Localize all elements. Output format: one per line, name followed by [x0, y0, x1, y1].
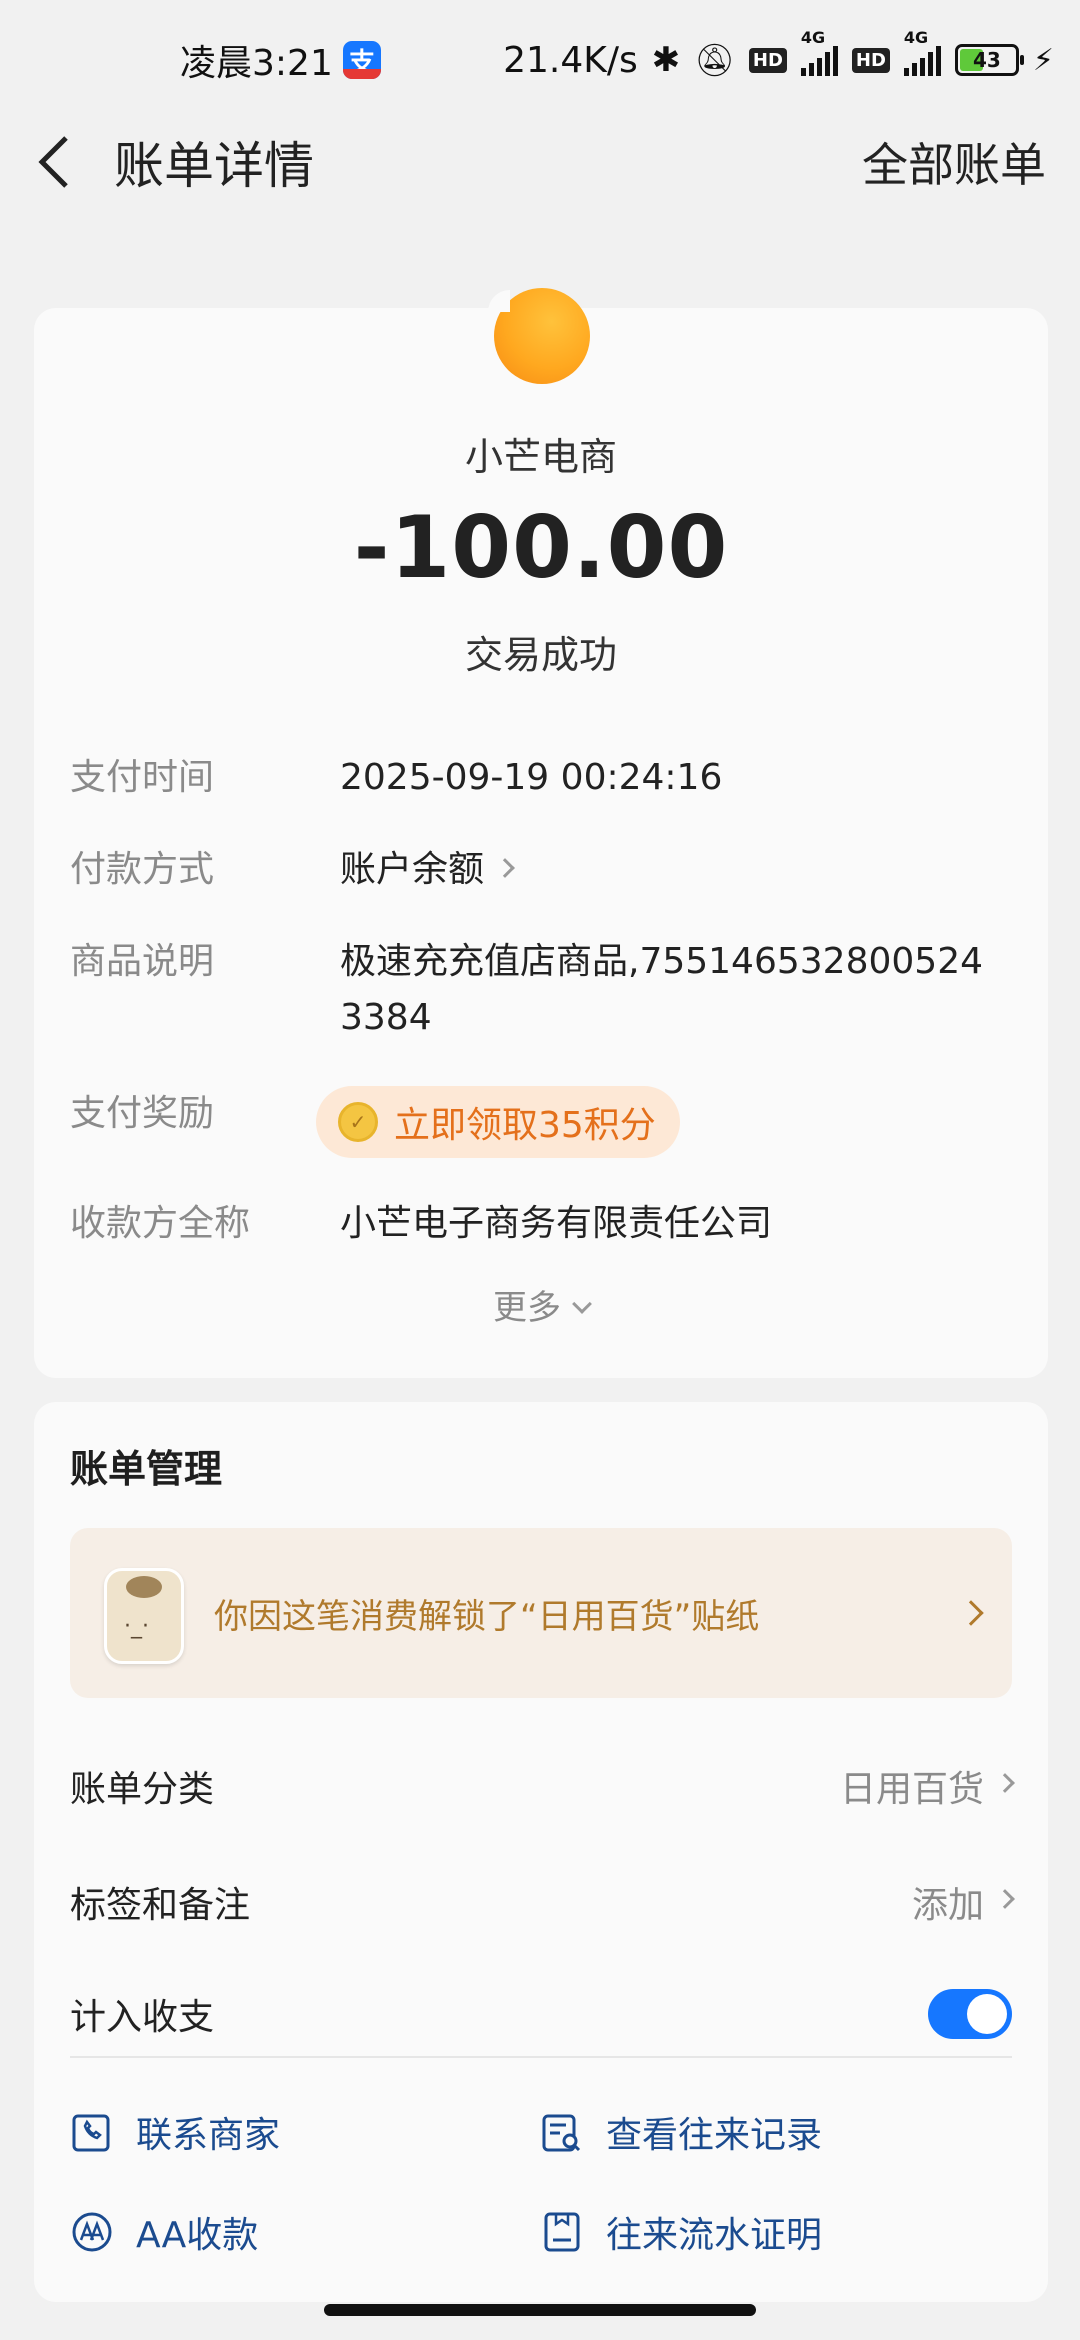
action-label: 联系商家: [136, 2115, 281, 2156]
network-speed: 21.4K/s: [503, 39, 638, 81]
bluetooth-icon: ✱: [651, 40, 681, 80]
chevron-down-icon: [572, 1294, 592, 1314]
detail-value: 极速充充值店商品,7551465328005243384: [340, 941, 984, 1038]
hd-badge-2: HD: [851, 47, 890, 73]
header-bar: 账单详情 全部账单: [0, 120, 1080, 204]
bill-manage-card: 账单管理 ·_· 你因这笔消费解锁了“日用百货”贴纸 账单分类 日用百货 标签和…: [34, 1402, 1048, 2302]
detail-value: 账户余额: [340, 849, 485, 890]
reward-text: 立即领取35积分: [394, 1105, 656, 1146]
action-label: 查看往来记录: [606, 2115, 823, 2156]
detail-row-goods: 商品说明 极速充充值店商品,7551465328005243384: [70, 934, 1012, 1046]
detail-label: 付款方式: [70, 849, 215, 890]
network-type: 4G: [800, 28, 826, 47]
detail-label: 支付时间: [70, 757, 215, 798]
detail-value: 2025-09-19 00:24:16: [340, 757, 723, 798]
detail-row-payee: 收款方全称 小芒电子商务有限责任公司: [70, 1196, 1012, 1252]
detail-row-pay-method[interactable]: 付款方式 账户余额: [70, 842, 1012, 898]
status-left: 凌晨3:21 支: [180, 34, 381, 86]
detail-label: 收款方全称: [70, 1203, 251, 1244]
count-income-label: 计入收支: [70, 1997, 215, 2038]
statement-proof-button[interactable]: 往来流水证明: [540, 2206, 822, 2258]
detail-label: 支付奖励: [70, 1093, 215, 1134]
network-type-2: 4G: [903, 28, 929, 47]
signal-icon: 4G: [800, 28, 838, 76]
tag-note-label: 标签和备注: [70, 1885, 251, 1926]
page-title: 账单详情: [114, 137, 314, 195]
clock: 凌晨3:21: [180, 43, 333, 84]
manage-title: 账单管理: [70, 1447, 223, 1491]
charging-icon: ⚡︎: [1032, 42, 1054, 78]
detail-row-reward: 支付奖励 ✓ 立即领取35积分: [70, 1086, 1012, 1158]
chevron-right-icon: [995, 1889, 1015, 1909]
chevron-right-icon: [995, 1773, 1015, 1793]
chevron-right-icon: [958, 1600, 984, 1626]
back-icon[interactable]: [34, 132, 84, 192]
view-records-button[interactable]: 查看往来记录: [540, 2106, 822, 2158]
signal-icon-2: 4G: [903, 28, 941, 76]
count-income-toggle[interactable]: [928, 1989, 1012, 2039]
merchant-name: 小芒电商: [464, 435, 617, 479]
detail-row-pay-time: 支付时间 2025-09-19 00:24:16: [70, 750, 1012, 806]
battery-icon: 43: [954, 44, 1024, 76]
alipay-notification-icon: 支: [342, 41, 381, 79]
bill-detail-card: 小芒电商 -100.00 交易成功 支付时间 2025-09-19 00:24:…: [34, 288, 1048, 1378]
sticker-icon: ·_·: [94, 1558, 184, 1668]
category-row[interactable]: 账单分类 日用百货: [70, 1756, 1015, 1816]
all-bills-link[interactable]: 全部账单: [862, 129, 1046, 195]
status-bar: 凌晨3:21 支 21.4K/s ✱ 🔕︎ HD 4G HD 4G 43 ⚡︎: [0, 0, 1080, 120]
action-label: AA收款: [136, 2215, 259, 2256]
merchant-logo: [494, 288, 590, 384]
bill-amount: -100.00: [353, 498, 729, 598]
tag-note-value: 添加: [911, 1885, 984, 1926]
divider: [70, 2056, 1012, 2058]
more-button[interactable]: 更多: [34, 1280, 1048, 1329]
tag-note-row[interactable]: 标签和备注 添加: [70, 1872, 1015, 1932]
chevron-right-icon: [495, 858, 515, 878]
count-income-row: 计入收支: [70, 1984, 1012, 2044]
contact-merchant-button[interactable]: 联系商家: [70, 2106, 280, 2158]
detail-value: 小芒电子商务有限责任公司: [340, 1203, 773, 1244]
hd-badge: HD: [748, 47, 787, 73]
detail-label: 商品说明: [70, 941, 215, 982]
action-label: 往来流水证明: [606, 2215, 823, 2256]
aa-icon: [72, 2212, 112, 2252]
phone-icon: [72, 2114, 110, 2152]
aa-collect-button[interactable]: AA收款: [70, 2206, 258, 2258]
sticker-banner[interactable]: ·_· 你因这笔消费解锁了“日用百货”贴纸: [70, 1528, 1012, 1698]
battery-level: 43: [973, 48, 1001, 72]
claim-points-button[interactable]: ✓ 立即领取35积分: [316, 1086, 680, 1158]
category-label: 账单分类: [70, 1769, 215, 1810]
certificate-icon: [544, 2212, 580, 2252]
status-right: 21.4K/s ✱ 🔕︎ HD 4G HD 4G 43 ⚡︎: [503, 28, 1054, 81]
records-icon: [542, 2114, 581, 2152]
sticker-banner-text: 你因这笔消费解锁了“日用百货”贴纸: [214, 1596, 760, 1637]
coin-icon: ✓: [338, 1102, 378, 1142]
category-value: 日用百货: [839, 1769, 984, 1810]
more-label: 更多: [493, 1288, 561, 1328]
mute-icon: 🔕︎: [694, 41, 735, 79]
home-indicator[interactable]: [324, 2304, 756, 2316]
transaction-status: 交易成功: [464, 633, 617, 677]
